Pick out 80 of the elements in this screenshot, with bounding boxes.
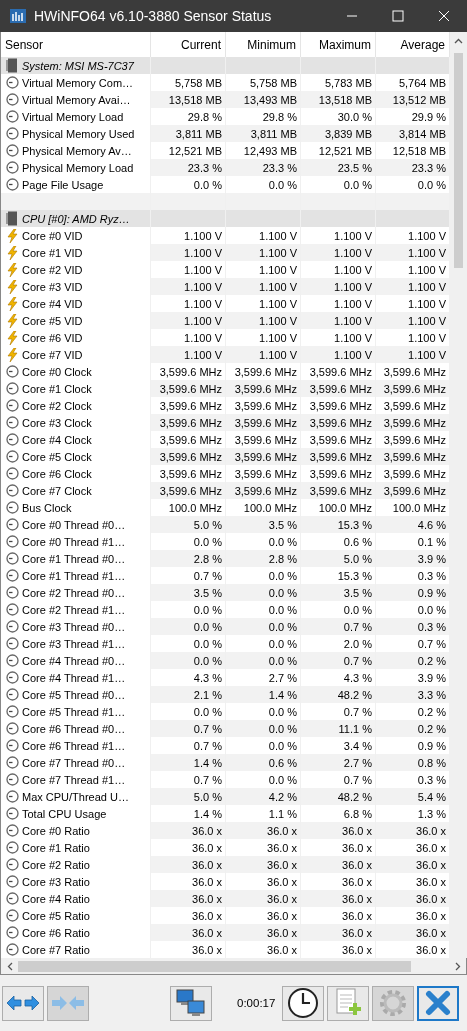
sensor-name: Core #4 Clock xyxy=(22,433,92,446)
sensor-name: Core #0 Thread #1… xyxy=(22,535,126,548)
sensor-name: Core #0 VID xyxy=(22,229,83,242)
sensor-name: Core #1 Clock xyxy=(22,382,92,395)
sensor-name: Core #2 Thread #0… xyxy=(22,586,126,599)
sensor-name: Physical Memory Av… xyxy=(22,144,132,157)
group-label: System: MSI MS-7C37 xyxy=(22,59,134,72)
sensor-name: Core #6 Thread #1… xyxy=(22,739,126,752)
clock-button[interactable] xyxy=(282,985,325,1021)
clock-icon xyxy=(287,987,320,1019)
sensor-name: Core #4 VID xyxy=(22,297,83,310)
sensor-name: Core #6 Ratio xyxy=(22,926,90,939)
lightning-icon xyxy=(6,279,19,294)
sensor-name: Core #2 Thread #1… xyxy=(22,603,126,616)
window-title: HWiNFO64 v6.10-3880 Sensor Status xyxy=(34,8,273,24)
sensor-name: Core #4 Thread #1… xyxy=(22,671,126,684)
lightning-icon xyxy=(6,245,19,260)
sensor-name: Virtual Memory Avai… xyxy=(22,93,131,106)
sensor-name: Bus Clock xyxy=(22,501,72,514)
sensor-name: Core #1 VID xyxy=(22,246,83,259)
vertical-scrollbar[interactable] xyxy=(450,32,467,958)
group-label: CPU [#0]: AMD Ryz… xyxy=(22,212,130,225)
sensor-name: Core #3 Thread #0… xyxy=(22,620,126,633)
network-button[interactable] xyxy=(170,985,212,1021)
elapsed-time: 0:00:17 xyxy=(237,997,276,1009)
sensor-name: Max CPU/Thread U… xyxy=(22,790,129,803)
sensor-name: Core #5 Ratio xyxy=(22,909,90,922)
sensor-name: Core #3 Ratio xyxy=(22,875,90,888)
sensor-name: Core #0 Thread #0… xyxy=(22,518,126,531)
sensor-name: Core #7 VID xyxy=(22,348,83,361)
close-icon xyxy=(438,10,450,22)
sensor-name: Core #4 Ratio xyxy=(22,892,90,905)
sensor-name: Core #2 Ratio xyxy=(22,858,90,871)
scroll-thumb[interactable] xyxy=(18,960,411,972)
sensor-name: Core #7 Ratio xyxy=(22,943,90,956)
sensor-name: Virtual Memory Load xyxy=(22,110,124,123)
sensor-name: Core #0 Clock xyxy=(22,365,92,378)
sensor-name: Core #3 Clock xyxy=(22,416,92,429)
sensor-name: Core #1 Thread #0… xyxy=(22,552,126,565)
sensor-name: Page File Usage xyxy=(22,178,104,191)
sensor-name: Core #5 Thread #1… xyxy=(22,705,126,718)
sensor-name: Core #1 Ratio xyxy=(22,841,90,854)
expand-button[interactable] xyxy=(2,985,44,1021)
scroll-thumb[interactable] xyxy=(454,53,463,268)
sensor-name: Core #2 Clock xyxy=(22,399,92,412)
chip-icon xyxy=(6,58,19,73)
sensor-name: Total CPU Usage xyxy=(22,807,107,820)
sensor-name: Core #5 VID xyxy=(22,314,83,327)
sensor-name: Core #7 Thread #1… xyxy=(22,773,126,786)
lightning-icon xyxy=(6,313,19,328)
maximize-icon xyxy=(392,10,404,22)
lightning-icon xyxy=(6,330,19,345)
lightning-icon xyxy=(6,347,19,362)
computers-icon xyxy=(175,988,207,1018)
close-icon xyxy=(425,990,452,1016)
horizontal-scrollbar[interactable] xyxy=(0,958,467,975)
sensor-name: Physical Memory Used xyxy=(22,127,135,140)
sensor-name: Core #7 Clock xyxy=(22,484,92,497)
close-button[interactable] xyxy=(417,985,460,1021)
sensor-name: Core #4 Thread #0… xyxy=(22,654,126,667)
lightning-icon xyxy=(6,296,19,311)
sensor-name: Core #5 Clock xyxy=(22,450,92,463)
arrows-apart-icon xyxy=(6,994,40,1012)
sensor-name: Core #3 VID xyxy=(22,280,83,293)
sensor-name: Core #5 Thread #0… xyxy=(22,688,126,701)
app-icon xyxy=(10,9,26,23)
sensor-name: Virtual Memory Com… xyxy=(22,76,134,89)
sensor-name: Core #6 Thread #0… xyxy=(22,722,126,735)
sensor-name: Core #3 Thread #1… xyxy=(22,637,126,650)
sensor-name: Core #0 Ratio xyxy=(22,824,90,837)
sensor-name: Core #6 VID xyxy=(22,331,83,344)
sensor-name: Physical Memory Load xyxy=(22,161,134,174)
arrows-together-icon xyxy=(51,994,85,1012)
sensor-name: Core #2 VID xyxy=(22,263,83,276)
sensor-name: Core #7 Thread #0… xyxy=(22,756,126,769)
lightning-icon xyxy=(6,262,19,277)
sensor-name: Core #6 Clock xyxy=(22,467,92,480)
lightning-icon xyxy=(6,228,19,243)
chip-icon xyxy=(6,211,19,226)
sensor-name: Core #1 Thread #1… xyxy=(22,569,126,582)
